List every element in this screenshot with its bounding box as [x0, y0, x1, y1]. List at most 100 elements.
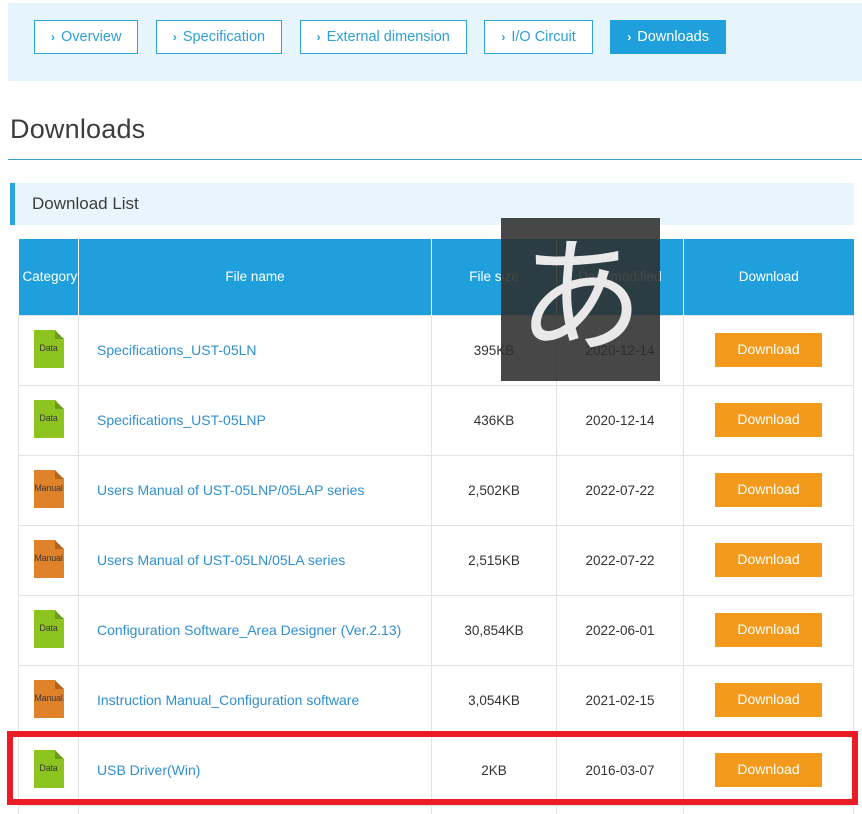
product-tab-bar: › Overview › Specification › External dimen… — [8, 3, 862, 81]
tab-downloads[interactable]: › Downloads — [610, 20, 726, 54]
download-button[interactable]: Download — [715, 613, 822, 647]
download-button[interactable]: Download — [715, 333, 822, 367]
cell-download: Download — [683, 454, 854, 526]
cell-file-name: Instruction Manual_Configuration softwar… — [78, 664, 432, 736]
download-button[interactable]: Download — [715, 403, 822, 437]
manual-file-icon: Manual — [33, 539, 64, 578]
cell-category: Data — [18, 734, 79, 806]
file-icon-fold-corner — [54, 399, 64, 409]
file-icon-label: Data — [39, 412, 58, 423]
file-name-link[interactable]: Users Manual of UST-05LN/05LA series — [97, 552, 345, 568]
cell-file-size: 30,854KB — [431, 594, 557, 666]
download-button[interactable]: Download — [715, 543, 822, 577]
cell-date-modified — [556, 804, 684, 814]
cell-date-modified: 2022-07-22 — [556, 524, 684, 596]
file-name-link[interactable]: Specifications_UST-05LN — [97, 342, 257, 358]
cell-file-name: Users Manual of UST-05LNP/05LAP series — [78, 454, 432, 526]
file-icon-label: Data — [39, 342, 58, 353]
tab-specification-label: Specification — [182, 29, 266, 45]
file-name-link[interactable]: Configuration Software_Area Designer (Ve… — [97, 622, 401, 638]
cell-file-name — [78, 804, 432, 814]
data-file-icon: Data — [33, 609, 64, 648]
file-name-link[interactable]: USB Driver(Win) — [97, 762, 200, 778]
cell-file-name: Specifications_UST-05LNP — [78, 384, 432, 456]
cell-download: Download — [683, 594, 854, 666]
file-icon-fold-corner — [54, 469, 64, 479]
column-header-file-name: File name — [78, 239, 432, 315]
file-icon-label: Manual — [34, 552, 63, 563]
cell-date-modified: 2020-12-14 — [556, 384, 684, 456]
download-button[interactable]: Download — [715, 753, 822, 787]
downloads-page: › Overview › Specification › External dimen… — [0, 0, 862, 814]
cell-download: Download — [683, 524, 854, 596]
file-icon-fold-corner — [54, 749, 64, 759]
table-row: Data Specifications_UST-05LNP 436KB 2020-12… — [18, 384, 854, 456]
cell-file-size — [431, 804, 557, 814]
file-icon-fold-corner — [54, 679, 64, 689]
cell-download — [683, 804, 854, 814]
download-button[interactable]: Download — [715, 683, 822, 717]
cell-date-modified: 2021-02-15 — [556, 664, 684, 736]
cell-date-modified: 2022-07-22 — [556, 454, 684, 526]
table-row: Manual Instruction Manual_Configuration s… — [18, 664, 854, 736]
download-button[interactable]: Download — [715, 473, 822, 507]
download-list-section-header: Download List — [10, 183, 854, 225]
cell-file-name: Configuration Software_Area Designer (Ve… — [78, 594, 432, 666]
tab-external-dimension[interactable]: › External dimension — [299, 20, 467, 54]
data-file-icon: Data — [33, 329, 64, 368]
file-name-link[interactable]: Specifications_UST-05LNP — [97, 412, 266, 428]
manual-file-icon: Manual — [33, 679, 64, 718]
cell-file-size: 2,515KB — [431, 524, 557, 596]
chevron-right-icon: › — [172, 30, 177, 44]
tab-io-circuit[interactable]: › I/O Circuit — [484, 20, 593, 54]
cell-download: Download — [683, 664, 854, 736]
tab-overview[interactable]: › Overview — [34, 20, 139, 54]
table-row: Data USB Driver(Win) 2KB 2016-03-07 Download — [18, 734, 854, 806]
file-name-link[interactable]: Users Manual of UST-05LNP/05LAP series — [97, 482, 364, 498]
file-icon-fold-corner — [54, 609, 64, 619]
table-row: Manual Users Manual of UST-05LNP/05LAP se… — [18, 454, 854, 526]
chevron-right-icon: › — [627, 30, 632, 44]
section-title-label: Download List — [32, 194, 139, 213]
ime-mode-overlay: あ — [501, 218, 660, 381]
tab-specification[interactable]: › Specification — [155, 20, 283, 54]
chevron-right-icon: › — [501, 30, 506, 44]
table-body: DataSpecifications_UST-05LN395KB2020-12-… — [18, 314, 854, 814]
file-icon-label: Manual — [34, 692, 63, 703]
column-header-category: Category — [18, 239, 79, 315]
page-title: Downloads — [10, 114, 146, 144]
cell-file-name: Specifications_UST-05LN — [78, 314, 432, 386]
cell-download: Download — [683, 314, 854, 386]
tab-io-circuit-label: I/O Circuit — [511, 29, 576, 45]
file-icon-fold-corner — [54, 329, 64, 339]
cell-category: Data — [18, 314, 79, 386]
table-row: Manual Users Manual of UST-05LN/05LA seri… — [18, 524, 854, 596]
file-icon-label: Data — [39, 762, 58, 773]
cell-category: Manual — [18, 664, 79, 736]
cell-category: Manual — [18, 454, 79, 526]
column-header-download: Download — [683, 239, 854, 315]
table-row: DataSpecifications_UST-05LN395KB2020-12-… — [18, 314, 854, 386]
chevron-right-icon: › — [51, 30, 55, 44]
cell-download: Download — [683, 734, 854, 806]
cell-category: Data — [18, 594, 79, 666]
cell-category — [18, 804, 79, 814]
cell-file-name: Users Manual of UST-05LN/05LA series — [78, 524, 432, 596]
tab-downloads-label: Downloads — [637, 29, 709, 45]
data-file-icon: Data — [33, 399, 64, 438]
chevron-right-icon: › — [316, 30, 321, 44]
cell-file-size: 436KB — [431, 384, 557, 456]
file-name-link[interactable]: Instruction Manual_Configuration softwar… — [97, 692, 359, 708]
cell-date-modified: 2016-03-07 — [556, 734, 684, 806]
cell-category: Data — [18, 384, 79, 456]
cell-category: Manual — [18, 524, 79, 596]
cell-file-size: 3,054KB — [431, 664, 557, 736]
tab-external-dimension-label: External dimension — [326, 29, 450, 45]
cell-download: Download — [683, 384, 854, 456]
file-icon-label: Data — [39, 622, 58, 633]
file-icon-label: Manual — [34, 482, 63, 493]
cell-file-size: 2KB — [431, 734, 557, 806]
table-row: Data Configuration Software_Area Designer… — [18, 594, 854, 666]
cell-file-size: 2,502KB — [431, 454, 557, 526]
file-icon-fold-corner — [54, 539, 64, 549]
